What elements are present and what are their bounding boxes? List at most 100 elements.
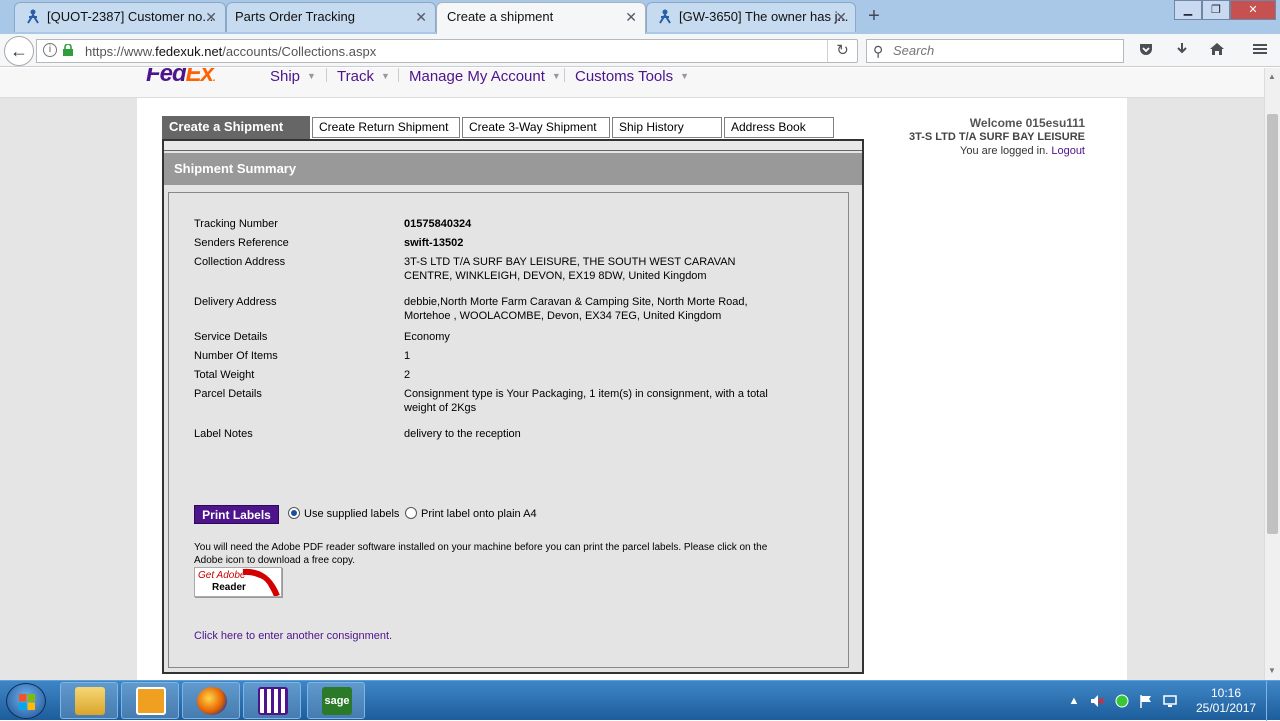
enter-another-consignment-link[interactable]: Click here to enter another consignment.	[194, 630, 392, 642]
file-explorer-taskbar-button[interactable]	[60, 682, 118, 719]
label-number-of-items: Number Of Items	[194, 350, 278, 362]
nav-customs-tools[interactable]: Customs Tools ▼	[575, 68, 689, 85]
home-icon[interactable]	[1207, 41, 1227, 61]
label-label-notes: Label Notes	[194, 428, 253, 440]
back-arrow-icon[interactable]: ←	[4, 36, 34, 66]
show-desktop-button[interactable]	[1266, 681, 1280, 721]
browser-tab[interactable]: [QUOT-2387] Customer no... ✕	[14, 2, 226, 32]
search-input[interactable]	[893, 43, 1113, 58]
calculator-app-taskbar-button[interactable]	[243, 682, 301, 719]
menu-hamburger-icon[interactable]	[1250, 41, 1270, 61]
caret-down-icon: ▼	[307, 71, 316, 81]
tab-create-3way-shipment[interactable]: Create 3-Way Shipment	[462, 117, 610, 138]
get-adobe-reader-button[interactable]: Get Adobe Reader	[194, 567, 282, 597]
browser-tab-active[interactable]: Create a shipment ✕	[436, 2, 646, 34]
nav-divider	[326, 68, 327, 82]
search-icon: ⚲	[873, 43, 884, 59]
system-clock[interactable]: 10:16 25/01/2017	[1196, 686, 1256, 716]
close-tab-icon[interactable]: ✕	[625, 3, 637, 31]
scroll-up-arrow-icon[interactable]: ▲	[1268, 72, 1276, 81]
windows-taskbar: sage ▲ 10:16 25/01/2017	[0, 680, 1280, 721]
status-green-icon[interactable]	[1114, 693, 1130, 709]
jira-favicon-icon	[25, 6, 41, 24]
close-tab-icon[interactable]: ✕	[835, 3, 847, 31]
nav-track[interactable]: Track ▼	[337, 68, 390, 85]
value-label-notes: delivery to the reception	[404, 428, 521, 440]
adobe-reader-text: Reader	[212, 582, 246, 593]
panel-top-strip	[164, 141, 862, 151]
sage-icon: sage	[322, 687, 352, 715]
lock-icon	[63, 44, 73, 56]
close-tab-icon[interactable]: ✕	[205, 3, 217, 31]
welcome-title: Welcome 015esu111	[969, 116, 1085, 130]
search-bar[interactable]: ⚲	[866, 39, 1124, 63]
nav-manage-account[interactable]: Manage My Account ▼	[409, 68, 561, 85]
tab-title: [QUOT-2387] Customer no...	[47, 9, 214, 24]
downloads-icon[interactable]	[1172, 41, 1192, 61]
outlook-icon	[136, 687, 166, 715]
nav-divider	[398, 68, 399, 82]
scroll-down-arrow-icon[interactable]: ▼	[1268, 666, 1276, 675]
label-senders-reference: Senders Reference	[194, 237, 289, 249]
tab-title: Create a shipment	[447, 9, 554, 24]
label-service-details: Service Details	[194, 331, 268, 343]
browser-tab[interactable]: Parts Order Tracking ✕	[226, 2, 436, 32]
logout-link[interactable]: Logout	[1051, 145, 1085, 157]
maximize-window-icon[interactable]: ❐	[1202, 0, 1230, 20]
tab-create-return-shipment[interactable]: Create Return Shipment	[312, 117, 460, 138]
site-info-icon[interactable]: i	[43, 43, 57, 57]
volume-muted-icon[interactable]	[1089, 693, 1105, 709]
shipment-summary-panel: Shipment Summary Tracking Number 0157584…	[162, 139, 864, 674]
tab-create-shipment[interactable]: Create a Shipment	[162, 116, 310, 140]
browser-tab-bar: [QUOT-2387] Customer no... ✕ Parts Order…	[0, 0, 1280, 34]
tab-ship-history[interactable]: Ship History	[612, 117, 722, 138]
minimize-window-icon[interactable]: ▁	[1174, 0, 1202, 20]
label-delivery-address: Delivery Address	[194, 296, 277, 308]
fedex-logo[interactable]: FedEx.	[146, 68, 216, 88]
radio-use-supplied-labels[interactable]	[288, 507, 300, 519]
clock-date: 25/01/2017	[1196, 701, 1257, 715]
label-tracking-number: Tracking Number	[194, 218, 278, 230]
value-senders-reference: swift-13502	[404, 237, 464, 249]
value-total-weight: 2	[404, 369, 411, 381]
new-tab-button[interactable]: +	[864, 4, 884, 28]
adobe-reader-note: You will need the Adobe PDF reader softw…	[194, 542, 768, 566]
grid-app-icon	[258, 687, 288, 715]
scrollbar-thumb[interactable]	[1267, 114, 1278, 534]
browser-tab[interactable]: [GW-3650] The owner has j... ✕	[646, 2, 856, 32]
caret-down-icon: ▼	[380, 71, 390, 81]
pocket-icon[interactable]	[1136, 41, 1156, 61]
value-number-of-items: 1	[404, 350, 411, 362]
page-viewport: FedEx. Ship ▼ Track ▼ Manage My Account ▼ C…	[0, 68, 1264, 680]
start-button[interactable]	[6, 683, 46, 719]
print-labels-button[interactable]: Print Labels	[194, 505, 279, 524]
label-parcel-details: Parcel Details	[194, 388, 262, 400]
url-bar[interactable]: i https://www.fedexuk.net/accounts/Colle…	[36, 39, 858, 63]
label-total-weight: Total Weight	[194, 369, 255, 381]
site-top-nav: FedEx. Ship ▼ Track ▼ Manage My Account ▼ C…	[0, 68, 1264, 98]
reload-icon[interactable]: ↻	[827, 40, 857, 62]
outlook-taskbar-button[interactable]	[121, 682, 179, 719]
tab-title: [GW-3650] The owner has j...	[679, 9, 849, 24]
close-tab-icon[interactable]: ✕	[415, 3, 427, 31]
label-collection-address: Collection Address	[194, 256, 286, 268]
logged-in-text: You are logged in.	[960, 145, 1049, 157]
nav-ship[interactable]: Ship ▼	[270, 68, 316, 85]
caret-down-icon: ▼	[551, 71, 561, 81]
caret-down-icon: ▼	[680, 71, 690, 81]
network-icon[interactable]	[1162, 693, 1178, 709]
close-window-icon[interactable]: ✕	[1230, 0, 1276, 20]
browser-nav-bar: ← i https://www.fedexuk.net/accounts/Col…	[0, 34, 1280, 67]
nav-divider	[564, 68, 565, 82]
radio-print-plain-a4[interactable]	[405, 507, 417, 519]
sage-taskbar-button[interactable]: sage	[307, 682, 365, 719]
action-center-flag-icon[interactable]	[1138, 693, 1154, 709]
show-hidden-icons-icon[interactable]: ▲	[1066, 693, 1082, 709]
tab-title: Parts Order Tracking	[235, 9, 355, 24]
tab-address-book[interactable]: Address Book	[724, 117, 834, 138]
value-service-details: Economy	[404, 331, 450, 343]
vertical-scrollbar[interactable]: ▲ ▼	[1264, 68, 1280, 680]
value-tracking-number: 01575840324	[404, 218, 472, 230]
url-text: https://www.fedexuk.net/accounts/Collect…	[85, 44, 377, 59]
firefox-taskbar-button[interactable]	[182, 682, 240, 719]
